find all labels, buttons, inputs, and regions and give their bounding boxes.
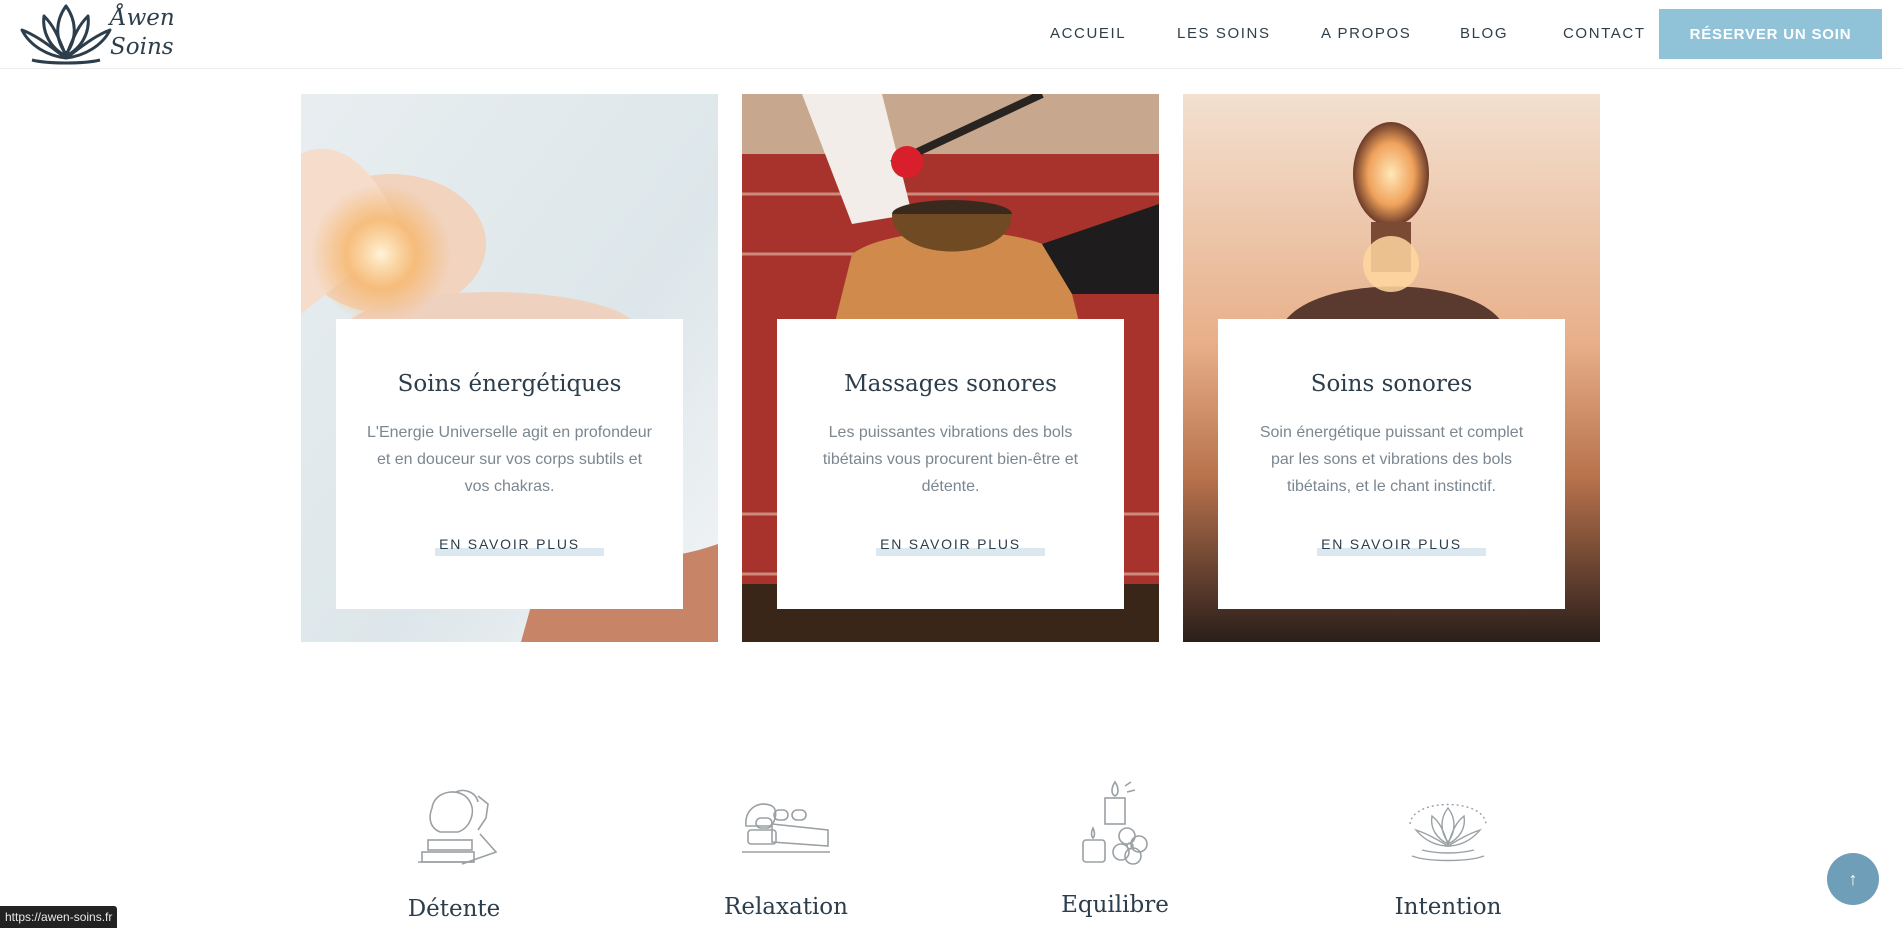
card-read-more-link[interactable]: EN SAVOIR PLUS	[1317, 536, 1486, 556]
lotus-logo-icon	[20, 4, 112, 65]
card-description: L'Energie Universelle agit en profondeur…	[366, 424, 652, 495]
hot-stones-icon	[742, 803, 830, 853]
book-treatment-button[interactable]: RÉSERVER UN SOIN	[1659, 9, 1882, 59]
candle-flower-icon	[1082, 780, 1148, 865]
card-soins-sonores: Soins sonores Soin énergétique puissant …	[1218, 319, 1565, 609]
logo-line-2: Soins	[110, 34, 174, 60]
head-massage-icon	[418, 789, 498, 865]
site-header: Åwen Soins ACCUEIL LES SOINS A PROPOS BL…	[0, 0, 1902, 69]
lotus-icon	[1409, 803, 1487, 862]
feature-label: Intention	[1394, 894, 1502, 920]
card-read-more-link[interactable]: EN SAVOIR PLUS	[435, 536, 604, 556]
nav-contact[interactable]: CONTACT	[1563, 25, 1646, 42]
logo-line-1: Åwen	[110, 5, 175, 31]
nav-les-soins[interactable]: LES SOINS	[1177, 25, 1271, 42]
feature-intention: Intention	[1348, 778, 1548, 920]
feature-label: Détente	[407, 896, 501, 922]
feature-relaxation: Relaxation	[686, 778, 886, 920]
card-title: Soins énergétiques	[397, 371, 622, 397]
logo-wordmark: Åwen Soins	[110, 4, 175, 62]
feature-equilibre: Equilibre	[1015, 778, 1215, 918]
card-massages-sonores: Massages sonores Les puissantes vibratio…	[777, 319, 1124, 609]
arrow-up-icon: ↑	[1848, 868, 1858, 889]
card-title: Massages sonores	[844, 371, 1057, 397]
scroll-to-top-button[interactable]: ↑	[1827, 853, 1879, 905]
card-description: Les puissantes vibrations des bols tibét…	[822, 424, 1079, 495]
nav-blog[interactable]: BLOG	[1460, 25, 1508, 42]
card-title: Soins sonores	[1310, 371, 1473, 397]
card-description: Soin énergétique puissant et complet par…	[1259, 424, 1524, 495]
nav-a-propos[interactable]: A PROPOS	[1321, 25, 1411, 42]
card-soins-energetiques: Soins énergétiques L'Energie Universelle…	[336, 319, 683, 609]
feature-label: Relaxation	[724, 894, 848, 920]
site-logo[interactable]: Åwen Soins	[18, 0, 178, 66]
feature-detente: Détente	[354, 778, 554, 922]
nav-accueil[interactable]: ACCUEIL	[1045, 25, 1131, 42]
feature-label: Equilibre	[1061, 892, 1169, 918]
card-read-more-link[interactable]: EN SAVOIR PLUS	[876, 536, 1045, 556]
status-bar-url: https://awen-soins.fr	[0, 906, 118, 928]
